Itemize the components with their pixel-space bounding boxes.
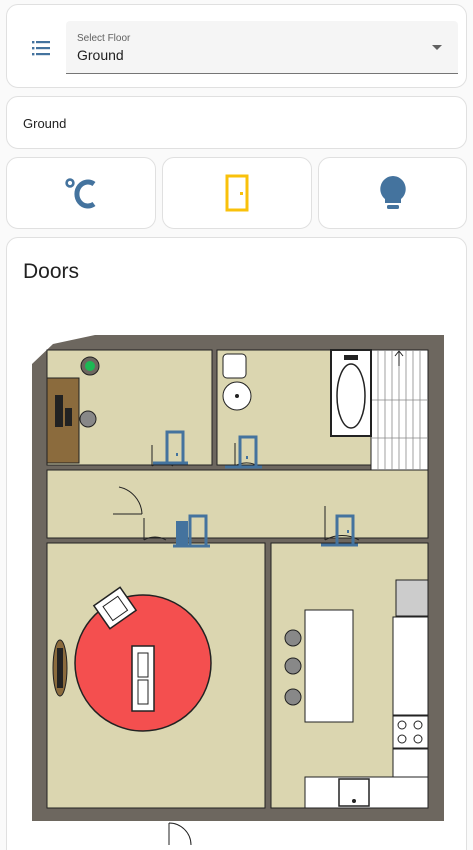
- office-chair: [79, 410, 97, 428]
- monitor: [55, 395, 63, 427]
- floorplan-card: Doors: [6, 237, 467, 850]
- keyboard: [65, 408, 72, 426]
- celsius-icon: [65, 178, 96, 209]
- floor-title: Ground: [23, 116, 67, 131]
- bar-stool: [284, 657, 302, 675]
- floor-select-label: Select Floor: [77, 33, 131, 44]
- stairs: [370, 349, 429, 471]
- sofa: [131, 645, 155, 712]
- bar-stool: [284, 629, 302, 647]
- lights-view-button[interactable]: [318, 157, 467, 229]
- floor-select-dropdown[interactable]: Select Floor Ground: [66, 21, 458, 74]
- doors-view-button[interactable]: [162, 157, 312, 229]
- counter: [392, 748, 429, 778]
- bar-stool: [284, 688, 302, 706]
- list-icon[interactable]: [29, 36, 53, 60]
- door-front[interactable]: [168, 822, 192, 846]
- chevron-down-icon: [432, 45, 442, 50]
- fridge: [395, 579, 429, 617]
- floorplan: [32, 335, 444, 846]
- stove: [392, 715, 429, 749]
- door-icon: [225, 174, 249, 212]
- floor-title-card: Ground: [6, 96, 467, 149]
- counter: [392, 616, 429, 716]
- toilet-tank: [222, 353, 247, 379]
- floor-select-card: Select Floor Ground: [6, 4, 467, 88]
- floor-select-value: Ground: [77, 47, 124, 63]
- kitchen-island: [304, 609, 354, 723]
- temperature-view-button[interactable]: [6, 157, 156, 229]
- lightbulb-icon: [379, 176, 406, 209]
- room-hallway: [46, 469, 429, 539]
